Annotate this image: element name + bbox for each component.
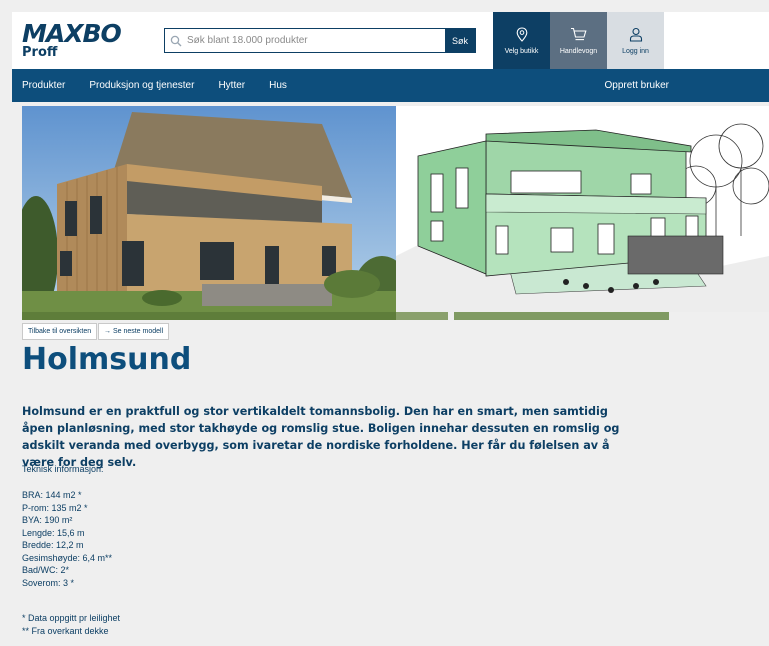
cart-label: Handlevogn xyxy=(559,47,598,55)
house-photo[interactable] xyxy=(22,106,396,320)
spec-bra: BRA: 144 m2 * xyxy=(22,490,82,500)
site-header: MAXBO Proff Søk Velg butikk xyxy=(12,12,769,69)
spec-bedrooms: Soverom: 3 * xyxy=(22,577,75,588)
spec-p-rom: P-rom: 135 m2 * xyxy=(22,502,88,513)
product-title: Holmsund xyxy=(22,342,192,377)
nav-item-production-services[interactable]: Produksjon og tjenester xyxy=(89,80,194,91)
select-store-button[interactable]: Velg butikk xyxy=(493,12,550,69)
footnotes: * Data oppgitt pr leilighet ** Fra overk… xyxy=(22,612,120,637)
spec-bathrooms: Bad/WC: 2* xyxy=(22,565,70,575)
main-nav: Produkter Produksjon og tjenester Hytter… xyxy=(12,69,769,102)
footnote-deck: ** Fra overkant dekke xyxy=(22,625,109,636)
spec-length: Lengde: 15,6 m xyxy=(22,527,85,538)
nav-item-cabins[interactable]: Hytter xyxy=(218,80,245,91)
search-icon xyxy=(165,35,187,47)
nav-item-products[interactable]: Produkter xyxy=(22,80,65,91)
login-label: Logg inn xyxy=(622,47,649,55)
maxbo-logo[interactable]: MAXBO Proff xyxy=(22,19,122,60)
house-3d-model-image[interactable] xyxy=(396,106,769,312)
location-pin-icon xyxy=(516,26,527,42)
search-input[interactable] xyxy=(187,29,445,52)
spec-list: BRA: 144 m2 * P-rom: 135 m2 * BYA: 190 m… xyxy=(22,489,112,589)
logo-brand: MAXBO xyxy=(22,19,122,48)
footnote-per-unit: * Data oppgitt pr leilighet xyxy=(22,613,121,623)
gallery-thumb-strip-left xyxy=(396,312,448,320)
cart-button[interactable]: Handlevogn xyxy=(550,12,607,69)
logo-sub: Proff xyxy=(22,45,58,60)
gallery-thumb-strip-right xyxy=(454,312,669,320)
search-bar: Søk xyxy=(164,28,476,53)
spec-eave-height: Gesimshøyde: 6,4 m** xyxy=(22,552,113,563)
product-description: Holmsund er en praktfull og stor vertika… xyxy=(22,405,620,469)
search-button[interactable]: Søk xyxy=(445,29,475,52)
next-model-button[interactable]: → Se neste modell xyxy=(98,323,170,340)
create-account-link[interactable]: Opprett bruker xyxy=(605,80,669,91)
spec-bya: BYA: 190 m² xyxy=(22,515,73,525)
store-label: Velg butikk xyxy=(504,47,539,55)
cart-icon xyxy=(571,27,587,40)
page-frame: MAXBO Proff Søk Velg butikk xyxy=(0,0,769,646)
user-icon xyxy=(629,27,642,42)
tech-info-heading: Teknisk informasjon: xyxy=(22,464,104,474)
back-to-overview-button[interactable]: Tilbake til oversikten xyxy=(22,323,98,340)
nav-item-houses[interactable]: Hus xyxy=(269,80,287,91)
spec-width: Bredde: 12,2 m xyxy=(22,540,84,550)
login-button[interactable]: Logg inn xyxy=(607,12,664,69)
